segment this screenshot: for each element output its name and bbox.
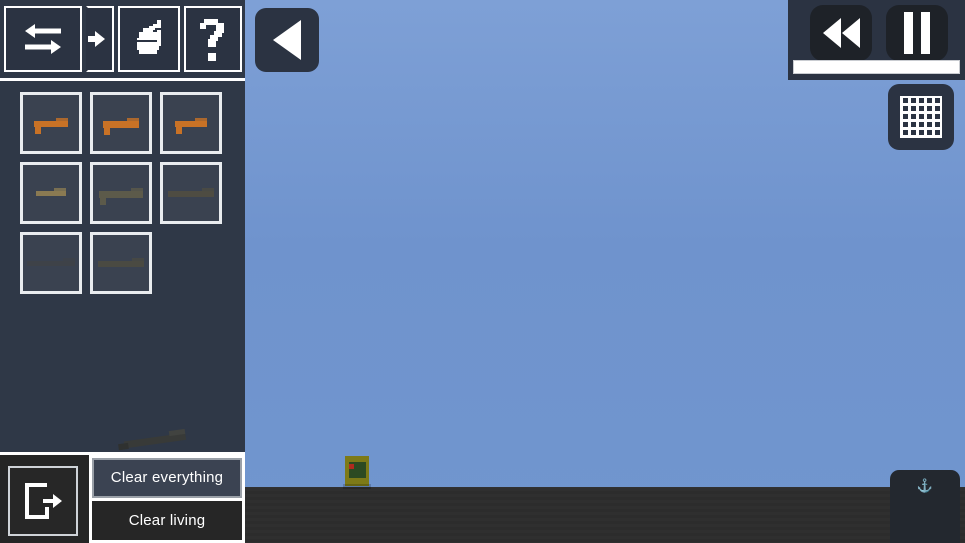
pause-button-label: Pause	[917, 33, 918, 34]
weapon-slot-sniper-rifle[interactable]: Sniper Rifle	[20, 232, 82, 294]
playback-panel: Rewind Pause Speed	[788, 0, 965, 80]
clear-living-button[interactable]: Clear living	[92, 500, 242, 540]
weapon-icon-shotgun	[98, 258, 144, 267]
exit-icon	[25, 483, 62, 519]
weapon-label: Battle Rifle	[163, 165, 164, 166]
entity-marker	[349, 464, 354, 469]
weapon-label: Pistol	[23, 95, 24, 96]
weapon-grid: Pistol SMG Sawed-off Shotgun Carbine Assault…	[20, 92, 222, 294]
weapon-label: Shotgun	[93, 235, 94, 236]
rewind-button[interactable]: Rewind	[810, 5, 872, 61]
speed-slider-label: Speed	[794, 61, 795, 62]
weapon-slot-battle-rifle[interactable]: Battle Rifle	[160, 162, 222, 224]
weapon-icon-assault-rifle	[99, 188, 143, 205]
toolbar-item-explosives[interactable]: Explosives	[118, 6, 180, 72]
weapon-slot-carbine[interactable]: Carbine	[20, 162, 82, 224]
toolbar-item-next[interactable]: Next	[86, 6, 114, 72]
question-mark-icon	[200, 19, 224, 61]
toolbar-item-help[interactable]: Help	[184, 6, 242, 72]
weapon-slot-smg[interactable]: SMG	[90, 92, 152, 154]
weapon-icon-sawed-off-shotgun	[175, 118, 207, 134]
speed-slider[interactable]: Speed	[793, 60, 960, 74]
weapon-icon-pistol	[34, 118, 68, 134]
dragged-weapon[interactable]: Rifle	[110, 428, 202, 454]
weapon-slot-shotgun[interactable]: Shotgun	[90, 232, 152, 294]
weapon-slot-sawed-off-shotgun[interactable]: Sawed-off Shotgun	[160, 92, 222, 154]
rewind-icon-second	[841, 18, 860, 48]
weapon-slot-pistol[interactable]: Pistol	[20, 92, 82, 154]
weapon-label: SMG	[93, 95, 94, 96]
toolbar-item-swap[interactable]: Swap	[4, 6, 82, 72]
triangle-left-icon	[273, 20, 301, 60]
weapon-icon-carbine	[36, 188, 66, 196]
left-sidebar: Swap Next	[0, 0, 245, 543]
swap-arrows-icon	[25, 24, 61, 54]
spawned-entity[interactable]	[341, 456, 373, 489]
grid-toggle-button[interactable]: Toggle grid	[888, 84, 954, 150]
weapon-label: Sniper Rifle	[23, 235, 24, 236]
pause-icon-bar-right	[921, 12, 930, 54]
dragged-weapon-label: Rifle	[202, 428, 203, 429]
weapon-label: Sawed-off Shotgun	[163, 95, 164, 96]
weapon-slot-assault-rifle[interactable]: Assault Rifle	[90, 162, 152, 224]
rewind-icon	[822, 18, 841, 48]
pause-button[interactable]: Pause	[886, 5, 948, 61]
anchor-icon: ⚓	[916, 478, 934, 493]
arrow-right-icon	[88, 31, 105, 47]
clear-everything-button[interactable]: Clear everything	[92, 458, 242, 498]
clear-button-group: Clear everything Clear living	[89, 455, 245, 543]
grenade-icon	[137, 20, 161, 54]
weapon-icon-battle-rifle	[168, 188, 214, 197]
weapon-label: Assault Rifle	[93, 165, 94, 166]
sidebar-toolbar: Swap Next	[0, 0, 245, 81]
bottom-right-panel[interactable]: ⚓	[890, 470, 960, 543]
weapon-icon-smg	[103, 118, 139, 135]
grid-icon	[900, 96, 942, 138]
weapon-label: Carbine	[23, 165, 24, 166]
exit-button[interactable]: Exit	[8, 466, 78, 536]
weapon-icon-sniper-rifle	[27, 258, 75, 266]
pause-icon-bar-left	[904, 12, 913, 54]
game-sandbox-screen: Swap Next	[0, 0, 965, 543]
entity-shadow	[343, 484, 371, 489]
collapse-panel-button[interactable]: Collapse panel	[255, 8, 319, 72]
toolbar-underline	[0, 78, 245, 81]
dragged-weapon-icon	[118, 428, 187, 451]
